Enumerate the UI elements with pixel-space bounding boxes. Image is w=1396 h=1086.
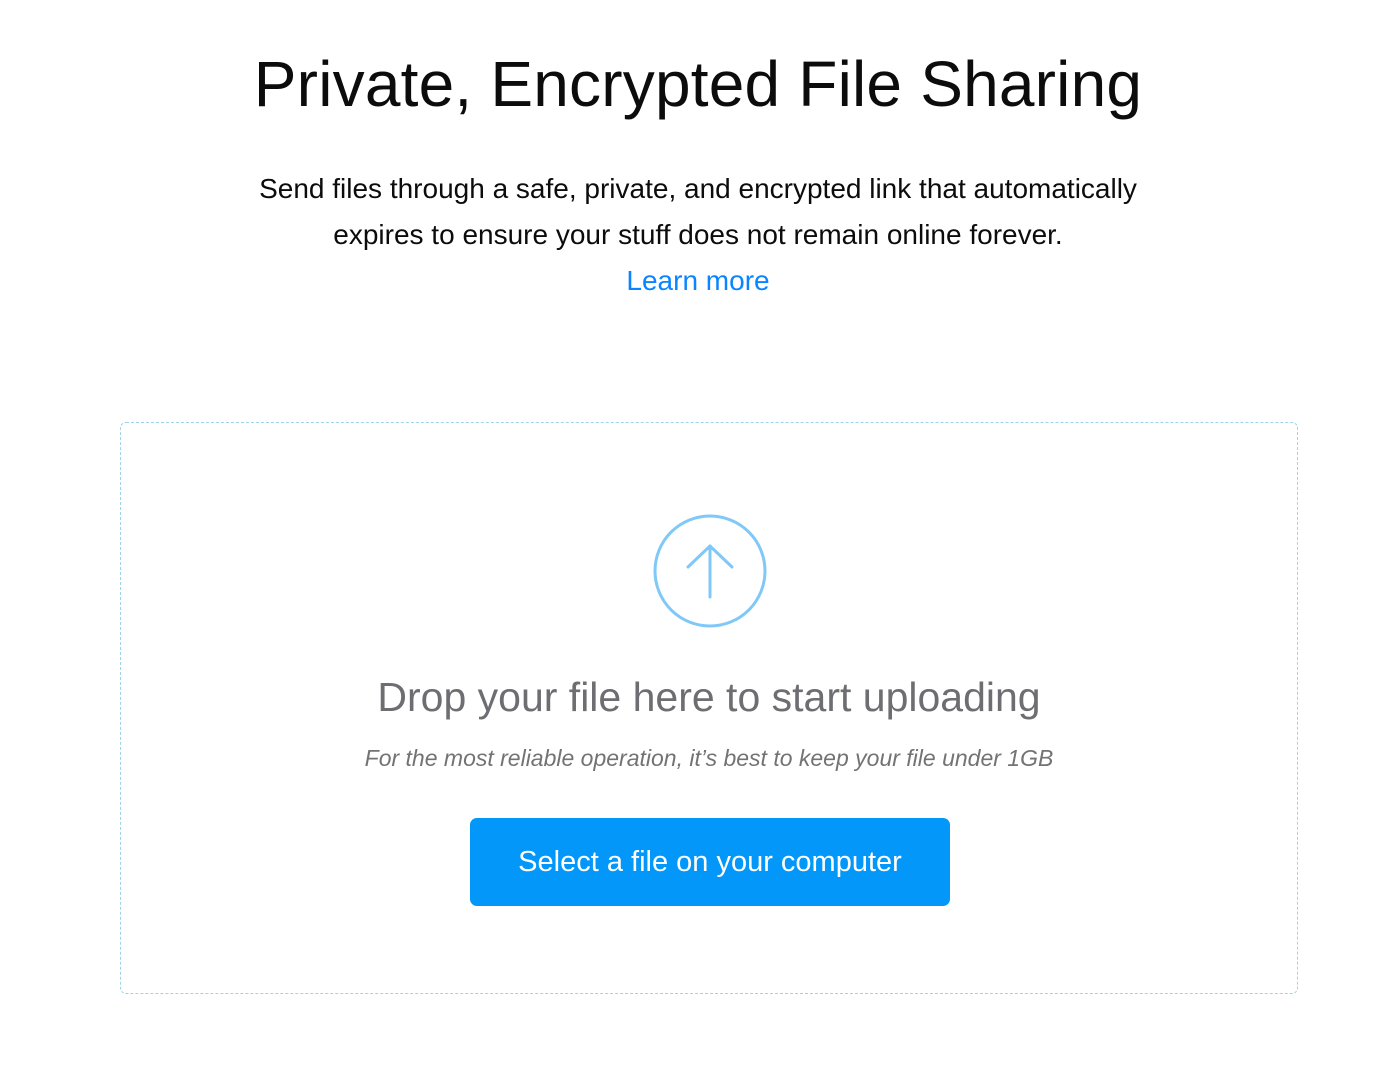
intro-line-2: expires to ensure your stuff does not re…: [333, 219, 1063, 250]
upload-dropzone[interactable]: Drop your file here to start uploading F…: [120, 422, 1298, 994]
intro-text: Send files through a safe, private, and …: [198, 166, 1198, 304]
upload-arrow-circle-icon: [653, 514, 767, 628]
page: Private, Encrypted File Sharing Send fil…: [0, 0, 1396, 1086]
page-title: Private, Encrypted File Sharing: [253, 48, 1143, 120]
intro-line-1: Send files through a safe, private, and …: [259, 173, 1137, 204]
dropzone-hint: For the most reliable operation, it’s be…: [364, 745, 1054, 771]
learn-more-link[interactable]: Learn more: [626, 258, 769, 304]
dropzone-title: Drop your file here to start uploading: [377, 674, 1041, 720]
select-file-button[interactable]: Select a file on your computer: [470, 818, 950, 906]
